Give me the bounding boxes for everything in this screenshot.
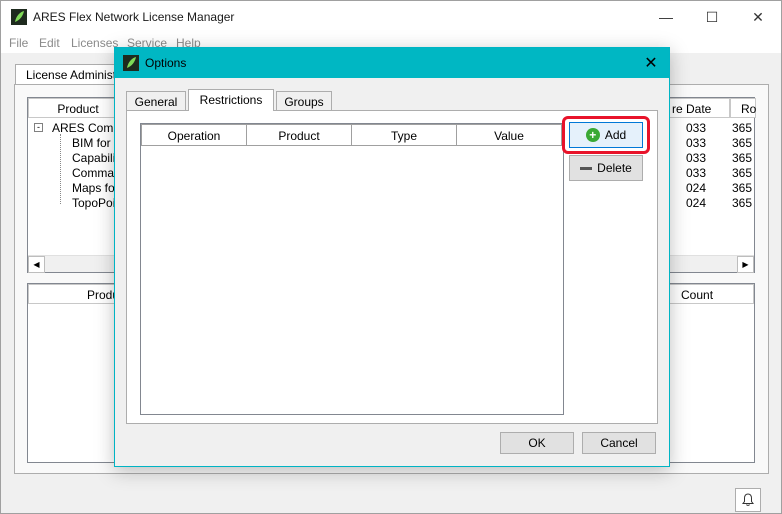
dialog-title: Options (145, 56, 187, 70)
dialog-close-button[interactable]: ✕ (633, 48, 669, 78)
ok-button[interactable]: OK (500, 432, 574, 454)
header-product[interactable]: Product (28, 98, 128, 118)
menu-file[interactable]: File (9, 36, 28, 50)
ro-cell: 365 (732, 166, 753, 180)
bell-icon (742, 493, 754, 506)
restrictions-grid[interactable]: Operation Product Type Value (140, 123, 564, 415)
ro-cell: 365 (732, 121, 753, 135)
date-cell: 033 (686, 121, 707, 135)
tree-item[interactable]: BIM for (72, 136, 111, 150)
cancel-button-label: Cancel (600, 436, 638, 450)
date-cell: 024 (686, 181, 707, 195)
date-cell: 033 (686, 151, 707, 165)
header-count[interactable]: Count (668, 284, 754, 304)
ok-button-label: OK (528, 436, 546, 450)
tree-item[interactable]: Comma. (72, 166, 117, 180)
delete-button[interactable]: Delete (569, 155, 643, 181)
ares-app-icon (11, 9, 27, 25)
dialog-title-bar: Options ✕ (115, 48, 669, 78)
tree-root[interactable]: ARES Comm (52, 121, 123, 135)
tab-restrictions[interactable]: Restrictions (188, 89, 274, 111)
tab-general[interactable]: General (126, 91, 186, 111)
title-bar: ARES Flex Network License Manager — ☐ ✕ (1, 1, 781, 33)
ro-cell: 365 (732, 151, 753, 165)
tree-item[interactable]: Capabili (72, 151, 115, 165)
tree-item[interactable]: Maps fo (72, 181, 115, 195)
close-button[interactable]: ✕ (735, 1, 781, 33)
delete-button-label: Delete (597, 161, 632, 175)
ro-cell: 365 (732, 181, 753, 195)
tree-line (60, 134, 61, 204)
date-cell: 033 (686, 166, 707, 180)
column-operation[interactable]: Operation (141, 124, 247, 146)
column-value[interactable]: Value (456, 124, 562, 146)
tree-item[interactable]: TopoPoi (72, 196, 115, 210)
ro-cell: 365 (732, 196, 753, 210)
column-type[interactable]: Type (351, 124, 457, 146)
column-product[interactable]: Product (246, 124, 352, 146)
add-button-label: Add (604, 128, 627, 142)
add-button[interactable]: + Add (569, 122, 643, 148)
minimize-button[interactable]: — (643, 1, 689, 33)
add-circle-icon: + (585, 128, 600, 142)
maximize-button[interactable]: ☐ (689, 1, 735, 33)
notification-button[interactable] (735, 488, 761, 512)
date-cell: 024 (686, 196, 707, 210)
ro-cell: 365 (732, 136, 753, 150)
scroll-right-icon[interactable]: ▶ (737, 256, 754, 273)
scroll-left-icon[interactable]: ◀ (28, 256, 45, 273)
options-dialog: Options ✕ General Restrictions Groups Op… (114, 47, 670, 467)
tab-groups[interactable]: Groups (276, 91, 332, 111)
minus-icon (580, 166, 593, 170)
tree-collapse-icon[interactable]: - (34, 123, 43, 132)
menu-licenses[interactable]: Licenses (71, 36, 118, 50)
header-expire-date[interactable]: re Date (668, 98, 730, 118)
tab-license-administration[interactable]: License Administ (15, 64, 125, 84)
window-title: ARES Flex Network License Manager (33, 10, 235, 24)
date-cell: 033 (686, 136, 707, 150)
cancel-button[interactable]: Cancel (582, 432, 656, 454)
ares-app-icon (123, 55, 139, 71)
menu-edit[interactable]: Edit (39, 36, 60, 50)
header-ro[interactable]: Ro (730, 98, 756, 118)
